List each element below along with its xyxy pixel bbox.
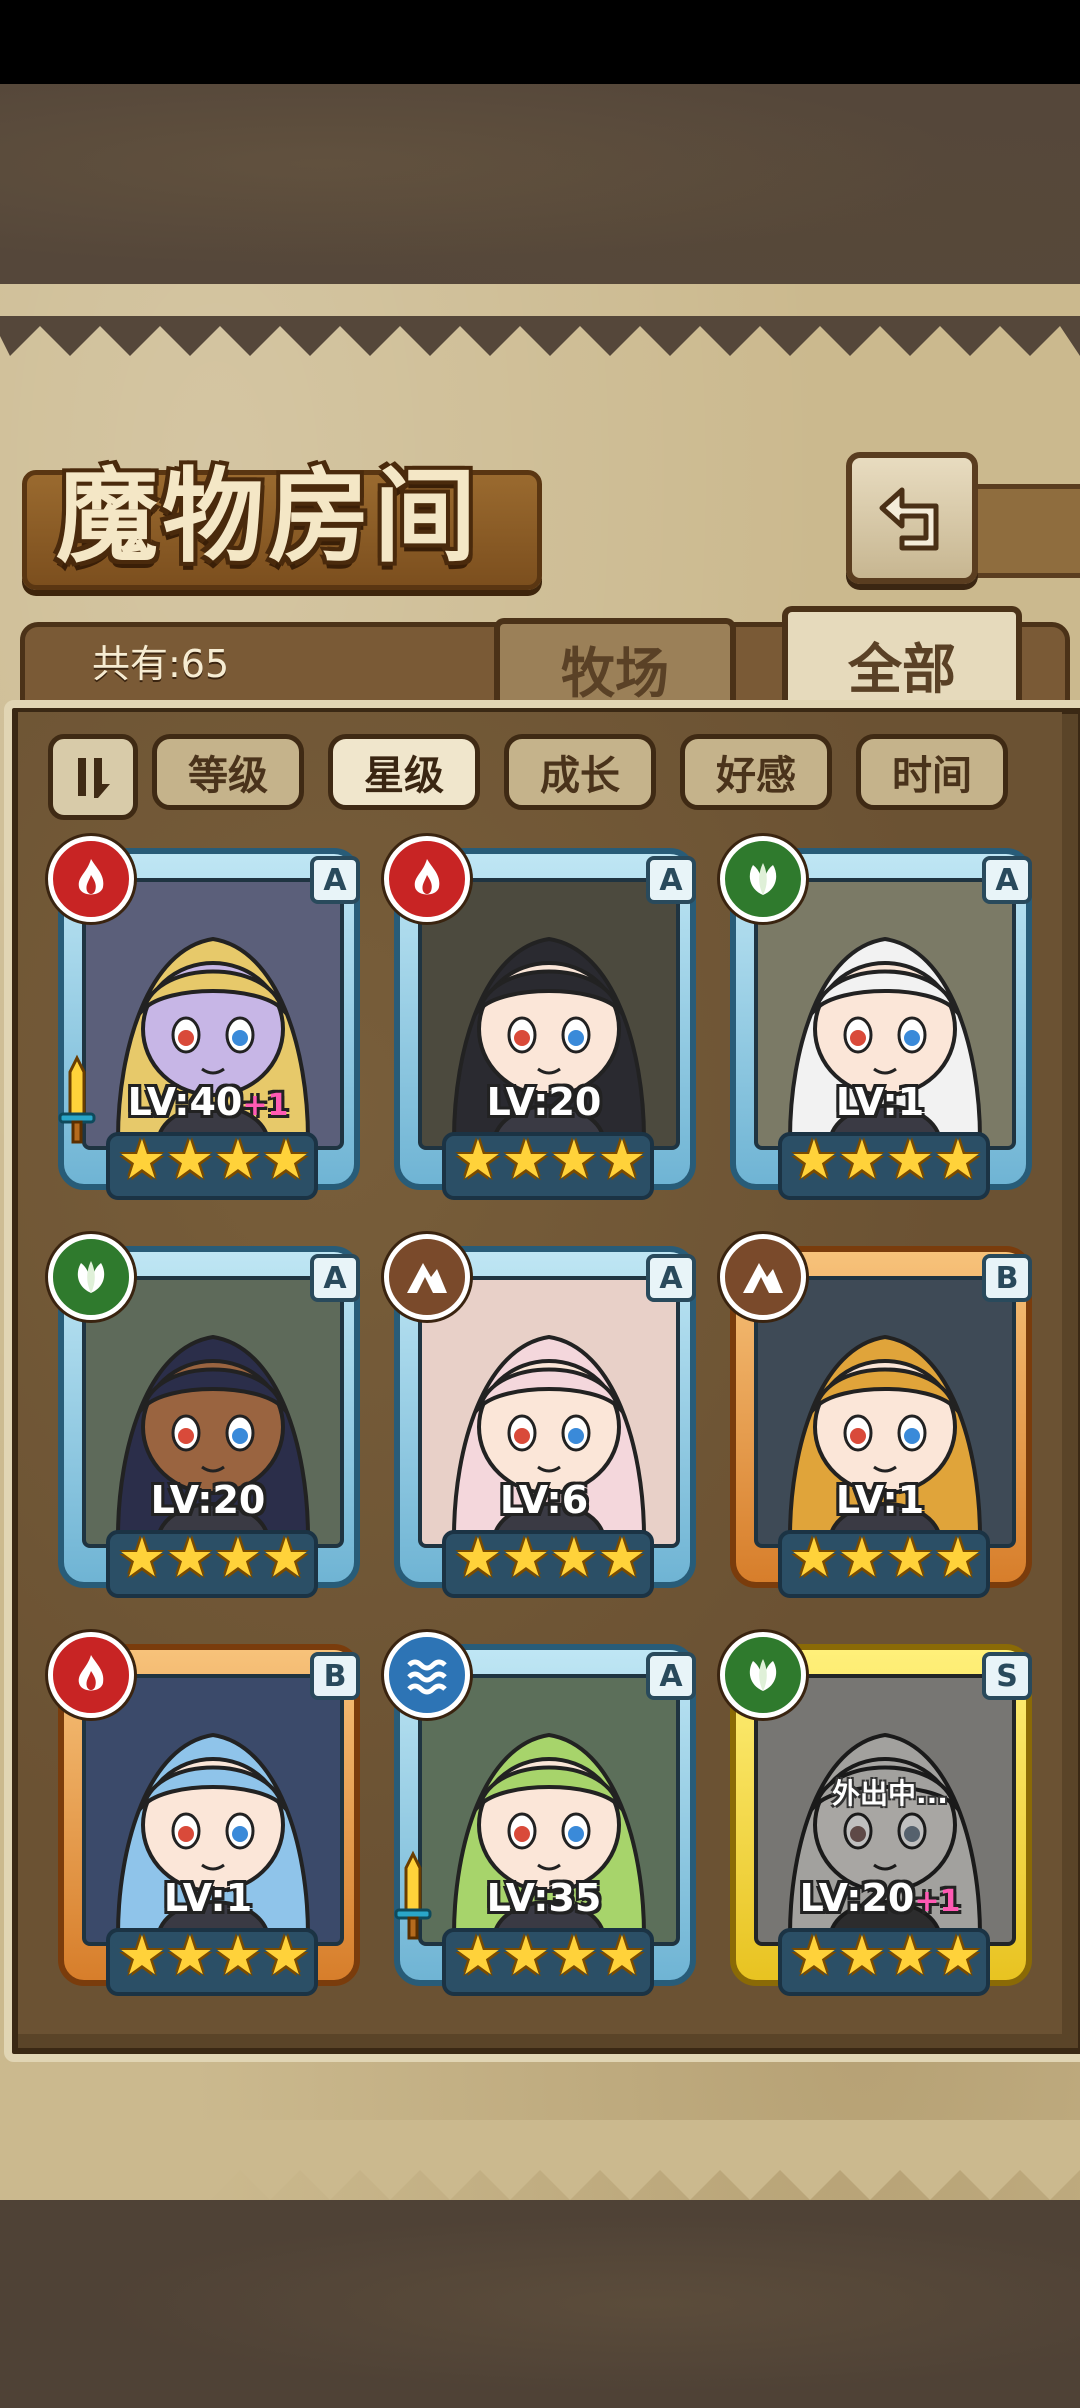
zigzag-border-bottom [0, 2120, 1080, 2200]
monster-card[interactable]: A LV:6 ★ ★ ★ ★ [384, 1234, 702, 1604]
rank-badge: A [310, 1254, 360, 1302]
sort-toggle-icon [78, 758, 110, 798]
level-value: LV:1 [163, 1876, 253, 1920]
level-label: LV:6 [404, 1478, 684, 1532]
star-icon: ★ [597, 1526, 647, 1589]
grass-element-icon [48, 1234, 134, 1320]
level-label: LV:20 [404, 1080, 684, 1134]
map-band-top [0, 84, 1080, 284]
sort-by-star-button[interactable]: 星级 [328, 734, 480, 810]
grass-element-icon [720, 1632, 806, 1718]
rank-badge: A [982, 856, 1032, 904]
zigzag-border-top [0, 316, 1080, 356]
rank-badge: B [310, 1652, 360, 1700]
rank-badge: A [646, 856, 696, 904]
level-label: LV:1 [740, 1478, 1020, 1532]
level-value: LV:35 [486, 1876, 602, 1920]
grass-element-icon [720, 836, 806, 922]
level-label: LV:1 [740, 1080, 1020, 1134]
back-button-rail [960, 484, 1080, 578]
tab-ranch[interactable]: 牧场 [494, 618, 736, 712]
rank-badge: A [646, 1254, 696, 1302]
star-icon: ★ [261, 1128, 311, 1191]
level-bonus: +1 [242, 1088, 289, 1123]
fire-element-icon [384, 836, 470, 922]
sort-by-growth-button[interactable]: 成长 [504, 734, 656, 810]
back-arrow-icon [879, 487, 939, 551]
earth-element-icon [720, 1234, 806, 1320]
sort-by-affection-button[interactable]: 好感 [680, 734, 832, 810]
level-label: LV:20 [68, 1478, 348, 1532]
sort-by-level-button[interactable]: 等级 [152, 734, 304, 810]
monster-card[interactable]: 外出中... S LV:20+1 ★ ★ ★ ★ [720, 1632, 1038, 2002]
level-value: LV:1 [835, 1478, 925, 1522]
back-button[interactable] [846, 452, 978, 584]
level-value: LV:6 [499, 1478, 589, 1522]
monster-card[interactable]: B LV:1 ★ ★ ★ ★ [48, 1632, 366, 2002]
level-label: LV:20+1 [740, 1876, 1020, 1930]
rank-badge: B [982, 1254, 1032, 1302]
level-value: LV:20 [150, 1478, 266, 1522]
star-icon: ★ [261, 1526, 311, 1589]
water-element-icon [384, 1632, 470, 1718]
star-icon: ★ [933, 1526, 983, 1589]
monster-count: 共有:65 [92, 642, 230, 686]
rank-badge: A [646, 1652, 696, 1700]
status-bar [0, 0, 1080, 84]
star-icon: ★ [597, 1128, 647, 1191]
level-value: LV:20 [486, 1080, 602, 1124]
level-bonus: +1 [914, 1884, 961, 1919]
away-status: 外出中... [832, 1777, 948, 1810]
level-label: LV:35 [404, 1876, 684, 1930]
page-title: 魔物房间 [56, 457, 480, 577]
level-label: LV:1 [68, 1876, 348, 1930]
level-value: LV:1 [835, 1080, 925, 1124]
rank-badge: A [310, 856, 360, 904]
monster-card[interactable]: A LV:40+1 ★ ★ ★ ★ [48, 836, 366, 1206]
sort-by-time-button[interactable]: 时间 [856, 734, 1008, 810]
monster-card[interactable]: A LV:1 ★ ★ ★ ★ [720, 836, 1038, 1206]
fire-element-icon [48, 836, 134, 922]
star-icon: ★ [933, 1128, 983, 1191]
monster-card[interactable]: B LV:1 ★ ★ ★ ★ [720, 1234, 1038, 1604]
star-icon: ★ [597, 1924, 647, 1987]
monster-card[interactable]: A LV:20 ★ ★ ★ ★ [48, 1234, 366, 1604]
earth-element-icon [384, 1234, 470, 1320]
sort-order-toggle[interactable] [48, 734, 138, 820]
monster-card[interactable]: A LV:20 ★ ★ ★ ★ [384, 836, 702, 1206]
star-icon: ★ [933, 1924, 983, 1987]
level-label: LV:40+1 [68, 1080, 348, 1134]
level-value: LV:20 [799, 1876, 915, 1920]
rank-badge: S [982, 1652, 1032, 1700]
monster-card[interactable]: A LV:35 ★ ★ ★ ★ [384, 1632, 702, 2002]
star-icon: ★ [261, 1924, 311, 1987]
level-value: LV:40 [127, 1080, 243, 1124]
map-band-bottom [0, 2200, 1080, 2408]
fire-element-icon [48, 1632, 134, 1718]
